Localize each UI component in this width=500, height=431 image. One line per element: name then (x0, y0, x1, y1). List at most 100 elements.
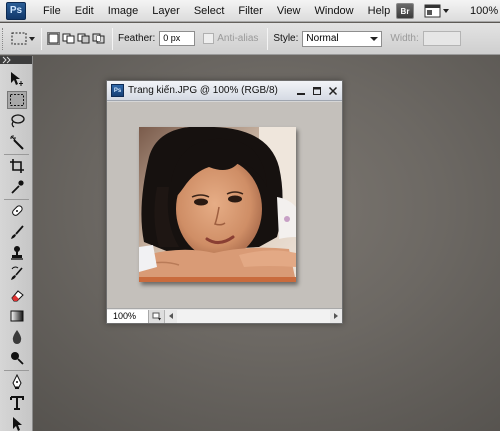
tools-panel-header[interactable] (0, 56, 32, 64)
status-info-icon (152, 312, 161, 320)
options-separator (267, 27, 269, 50)
intersect-selection-icon (92, 33, 105, 44)
chevron-left-icon (169, 313, 173, 319)
marquee-preset-icon (11, 32, 35, 44)
brush-tool-icon (11, 225, 24, 239)
move-tool-icon (11, 72, 23, 86)
pen-tool[interactable] (7, 373, 27, 391)
intersect-selection-button[interactable] (92, 32, 105, 45)
lasso-tool[interactable] (7, 112, 27, 130)
history-brush-tool-icon (11, 266, 23, 280)
photoshop-document-icon: Ps (111, 84, 124, 97)
menu-image[interactable]: Image (101, 0, 146, 22)
eyedropper-tool[interactable] (7, 178, 27, 196)
document-canvas[interactable] (107, 102, 342, 308)
add-selection-icon (62, 33, 75, 44)
zoom-readout[interactable]: 100% (470, 5, 500, 17)
magic-wand-tool-icon (10, 135, 24, 150)
status-menu-button[interactable] (149, 309, 165, 323)
rectangular-marquee-tool[interactable] (7, 91, 27, 109)
chevron-down-icon (370, 36, 379, 41)
tools-panel (0, 56, 33, 431)
options-bar: Feather: 0 px Anti-alias Style: Normal W… (0, 23, 500, 55)
menu-help[interactable]: Help (361, 0, 398, 22)
menu-filter[interactable]: Filter (231, 0, 269, 22)
tools-separator (4, 199, 29, 200)
style-select[interactable]: Normal (302, 30, 383, 47)
menu-layer[interactable]: Layer (145, 0, 187, 22)
options-grip (2, 27, 6, 50)
menu-window[interactable]: Window (308, 0, 361, 22)
document-title: Trang kiến.JPG @ 100% (RGB/8) (128, 85, 278, 96)
lasso-tool-icon (11, 114, 25, 128)
subtract-selection-icon (77, 33, 90, 44)
blur-tool-icon (12, 330, 22, 344)
style-label: Style: (273, 33, 299, 44)
maximize-button[interactable] (310, 84, 324, 98)
portrait-photo (139, 127, 296, 282)
eraser-tool[interactable] (7, 286, 27, 304)
brush-tool[interactable] (7, 223, 27, 241)
magic-wand-tool[interactable] (7, 133, 27, 151)
new-selection-icon (48, 33, 59, 44)
menu-select[interactable]: Select (187, 0, 232, 22)
photoshop-logo: Ps (6, 1, 26, 20)
tools-separator (4, 154, 29, 155)
blur-tool[interactable] (7, 328, 27, 346)
document-zoom-field[interactable]: 100% (107, 309, 149, 323)
gradient-tool[interactable] (7, 307, 27, 325)
horizontal-scrollbar[interactable] (177, 309, 330, 323)
close-button[interactable] (326, 84, 340, 98)
document-statusbar: 100% (107, 308, 342, 323)
crop-tool[interactable] (7, 157, 27, 175)
eraser-tool-icon (11, 290, 24, 302)
pen-tool-icon (12, 374, 22, 389)
clone-stamp-tool[interactable] (7, 244, 27, 262)
path-selection-tool[interactable] (7, 415, 27, 431)
document-titlebar[interactable]: Ps Trang kiến.JPG @ 100% (RGB/8) (107, 81, 342, 101)
minimize-button[interactable] (294, 84, 308, 98)
subtract-from-selection-button[interactable] (77, 32, 90, 45)
type-tool-icon (10, 396, 24, 410)
path-selection-tool-icon (13, 417, 22, 431)
document-window: Ps Trang kiến.JPG @ 100% (RGB/8) 100% (106, 80, 343, 324)
new-selection-button[interactable] (47, 32, 60, 45)
eyedropper-tool-icon (11, 180, 24, 194)
antialias-label: Anti-alias (217, 33, 259, 44)
feather-input[interactable]: 0 px (159, 31, 196, 46)
portrait-photo-image (139, 127, 296, 282)
tool-preset-picker[interactable] (10, 31, 36, 47)
menu-edit[interactable]: Edit (68, 0, 101, 22)
collapse-panel-icon (2, 56, 11, 64)
add-to-selection-button[interactable] (62, 32, 75, 45)
chevron-right-icon (334, 313, 338, 319)
close-icon (328, 86, 338, 95)
menu-file[interactable]: File (36, 0, 68, 22)
dodge-tool[interactable] (7, 349, 27, 367)
clone-stamp-tool-icon (11, 246, 23, 260)
minimize-icon (297, 92, 305, 95)
options-separator (112, 27, 113, 50)
options-separator (41, 27, 42, 50)
history-brush-tool[interactable] (7, 265, 27, 283)
bridge-button[interactable]: Br (396, 3, 414, 19)
move-tool[interactable] (7, 70, 27, 88)
scroll-right-button[interactable] (330, 312, 342, 320)
screen-mode-icon (424, 4, 449, 18)
antialias-checkbox (203, 33, 215, 44)
rectangular-marquee-tool-icon (10, 94, 24, 106)
scroll-left-button[interactable] (165, 312, 177, 320)
screen-mode-button[interactable] (424, 3, 450, 19)
feather-label: Feather: (118, 33, 156, 44)
gradient-tool-icon (10, 310, 24, 322)
menu-view[interactable]: View (270, 0, 308, 22)
tools-separator (4, 370, 29, 371)
dodge-tool-icon (11, 352, 24, 365)
type-tool[interactable] (7, 394, 27, 412)
width-input (422, 31, 461, 46)
menu-bar: Ps File Edit Image Layer Select Filter V… (0, 0, 500, 22)
width-label: Width: (390, 33, 419, 44)
spot-healing-brush-tool-icon (12, 205, 23, 216)
crop-tool-icon (10, 159, 24, 173)
spot-healing-brush-tool[interactable] (7, 202, 27, 220)
